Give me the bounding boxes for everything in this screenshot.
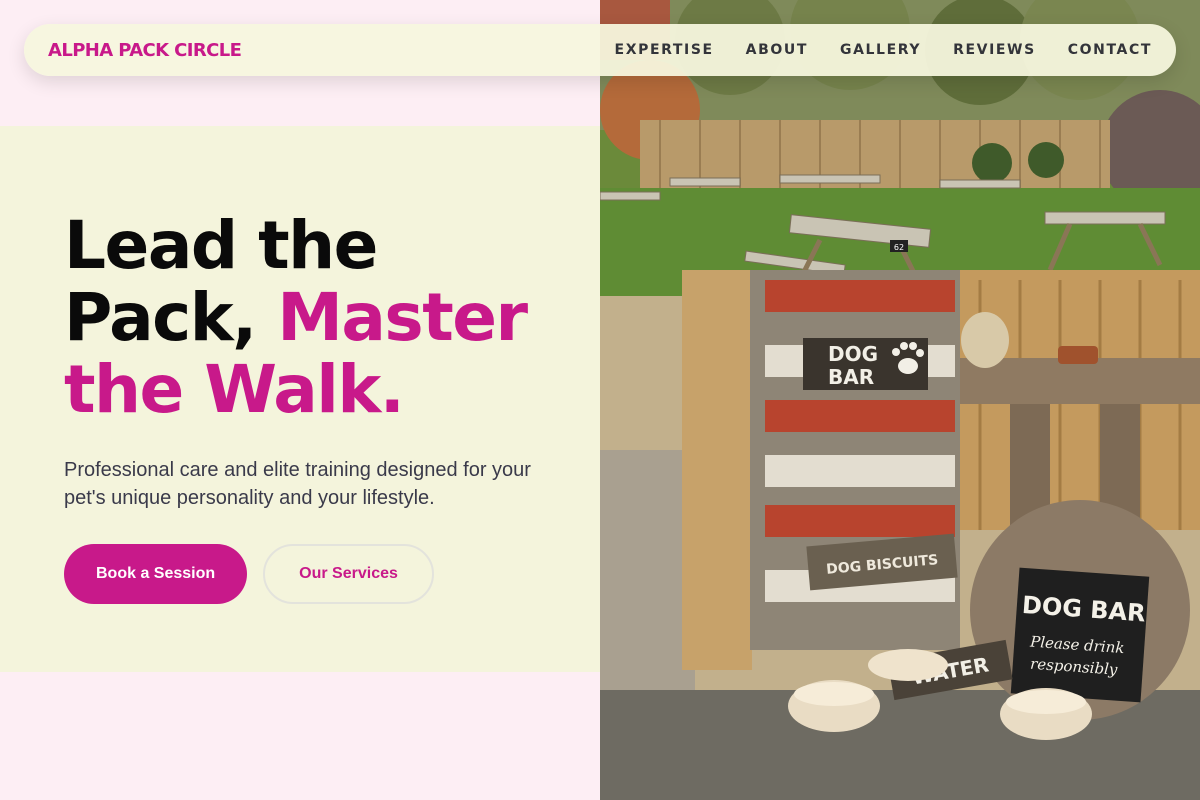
nav-link-reviews[interactable]: REVIEWS bbox=[953, 42, 1036, 58]
table-number-label: 62 bbox=[894, 243, 904, 252]
brand-logo[interactable]: ALPHA PACK CIRCLE bbox=[48, 40, 242, 61]
hero-panel: Lead the Pack, Master the Walk. Professi… bbox=[0, 126, 600, 672]
nav-links: EXPERTISE ABOUT GALLERY REVIEWS CONTACT bbox=[615, 42, 1152, 58]
hero-photo: 62 DOG BAR DOG BISCUITS DOG BAR Please d… bbox=[600, 0, 1200, 800]
our-services-button[interactable]: Our Services bbox=[263, 544, 434, 604]
hero-headline: Lead the Pack, Master the Walk. bbox=[64, 210, 564, 426]
nav-link-about[interactable]: ABOUT bbox=[746, 42, 808, 58]
nav-link-gallery[interactable]: GALLERY bbox=[840, 42, 921, 58]
top-navbar: ALPHA PACK CIRCLE EXPERTISE ABOUT GALLER… bbox=[24, 24, 1176, 76]
dog-bar-garden-image: 62 DOG BAR DOG BISCUITS DOG BAR Please d… bbox=[600, 0, 1200, 800]
nav-link-contact[interactable]: CONTACT bbox=[1068, 42, 1152, 58]
hero-subtext: Professional care and elite training des… bbox=[64, 459, 531, 509]
dog-bar-sign-line2: BAR bbox=[828, 365, 874, 389]
hero-content: Lead the Pack, Master the Walk. Professi… bbox=[64, 210, 564, 604]
nav-link-expertise[interactable]: EXPERTISE bbox=[615, 42, 714, 58]
cta-row: Book a Session Our Services bbox=[64, 544, 564, 604]
dog-bar-sign-line1: DOG bbox=[828, 342, 878, 366]
book-session-button[interactable]: Book a Session bbox=[64, 544, 248, 604]
